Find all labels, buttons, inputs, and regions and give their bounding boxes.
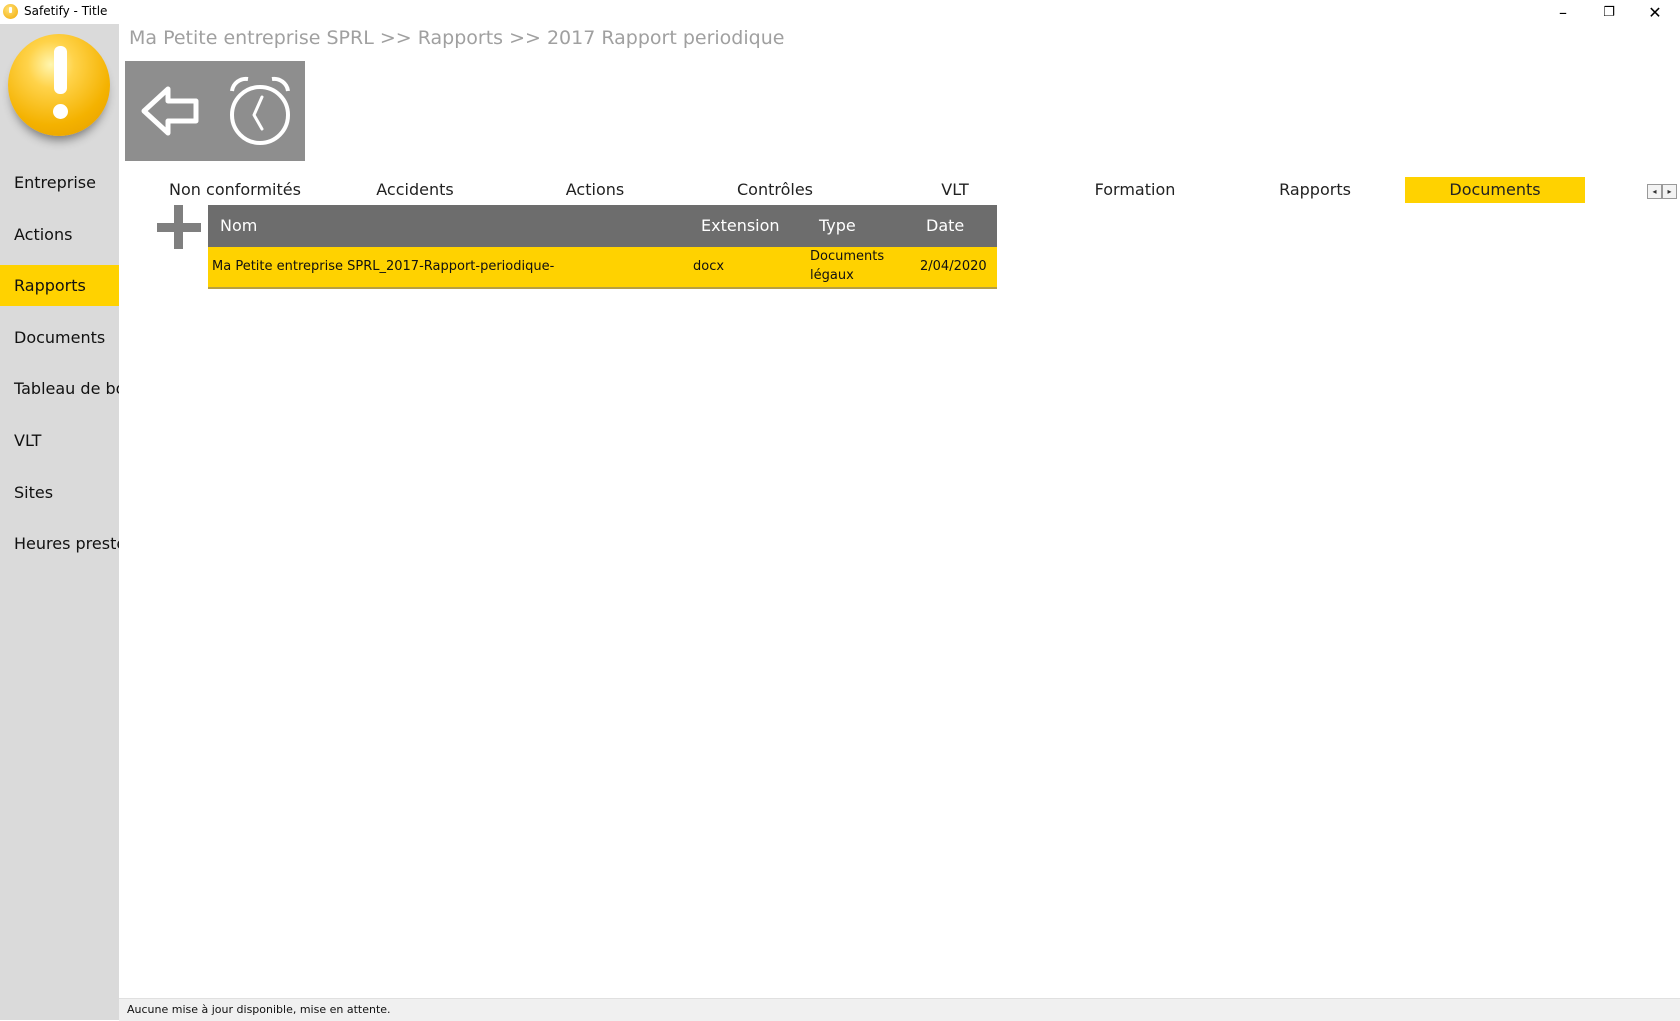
alarm-clock-icon bbox=[230, 76, 290, 145]
close-button[interactable]: ✕ bbox=[1632, 0, 1678, 24]
cell-nom: Ma Petite entreprise SPRL_2017-Rapport-p… bbox=[212, 259, 555, 274]
cell-date: 2/04/2020 bbox=[920, 259, 987, 274]
tab-vlt[interactable]: VLT bbox=[865, 177, 1045, 203]
exclamation-dot bbox=[53, 104, 68, 119]
sidebar-item-rapports[interactable]: Rapports bbox=[0, 265, 119, 306]
back-button[interactable] bbox=[125, 61, 215, 161]
arrow-left-icon bbox=[141, 86, 199, 136]
column-header-type[interactable]: Type bbox=[819, 205, 856, 247]
status-text: Aucune mise à jour disponible, mise en a… bbox=[127, 1003, 391, 1016]
scroll-left-icon[interactable]: ◂ bbox=[1647, 184, 1662, 199]
sidebar-item-sites[interactable]: Sites bbox=[0, 472, 119, 513]
tab-rapports[interactable]: Rapports bbox=[1225, 177, 1405, 203]
safetify-logo bbox=[8, 34, 110, 136]
minimize-button[interactable]: – bbox=[1540, 0, 1586, 24]
timer-button[interactable] bbox=[215, 61, 305, 161]
table-row[interactable]: Ma Petite entreprise SPRL_2017-Rapport-p… bbox=[208, 247, 997, 289]
sidebar-item-tableau-de-bord[interactable]: Tableau de bord bbox=[0, 368, 119, 409]
breadcrumb: Ma Petite entreprise SPRL >> Rapports >>… bbox=[129, 27, 785, 49]
sidebar-item-vlt[interactable]: VLT bbox=[0, 420, 119, 461]
column-header-date[interactable]: Date bbox=[926, 205, 964, 247]
tab-actions[interactable]: Actions bbox=[505, 177, 685, 203]
window-title: Safetify - Title bbox=[24, 4, 108, 18]
cell-type-line1: Documents bbox=[810, 249, 885, 264]
cell-type-line2: légaux bbox=[810, 268, 854, 283]
table-header: Nom Extension Type Date bbox=[208, 205, 997, 247]
documents-table: Nom Extension Type Date Ma Petite entrep… bbox=[208, 205, 997, 289]
exclamation-icon bbox=[54, 46, 67, 94]
sidebar-item-actions[interactable]: Actions bbox=[0, 214, 119, 255]
tab-formation[interactable]: Formation bbox=[1045, 177, 1225, 203]
tab-non-conformites[interactable]: Non conformités bbox=[145, 177, 325, 203]
tab-documents[interactable]: Documents bbox=[1405, 177, 1585, 203]
tab-bar: Non conformités Accidents Actions Contrô… bbox=[145, 177, 1585, 203]
sidebar-item-heures-prestees[interactable]: Heures prestées bbox=[0, 523, 119, 564]
status-bar: Aucune mise à jour disponible, mise en a… bbox=[119, 998, 1680, 1021]
sidebar: Entreprise Actions Rapports Documents Ta… bbox=[0, 24, 119, 1020]
toolbar bbox=[125, 61, 305, 161]
tab-controles[interactable]: Contrôles bbox=[685, 177, 865, 203]
plus-icon-vertical bbox=[174, 205, 183, 249]
scroll-right-icon[interactable]: ▸ bbox=[1662, 184, 1677, 199]
add-document-button[interactable] bbox=[155, 205, 203, 249]
restore-button[interactable]: ❐ bbox=[1586, 0, 1632, 24]
tab-accidents[interactable]: Accidents bbox=[325, 177, 505, 203]
tab-scroll-buttons: ◂ ▸ bbox=[1647, 184, 1677, 199]
title-bar: Safetify - Title – ❐ ✕ bbox=[0, 0, 1680, 24]
cell-extension: docx bbox=[693, 259, 725, 274]
column-header-extension[interactable]: Extension bbox=[701, 205, 780, 247]
sidebar-item-documents[interactable]: Documents bbox=[0, 317, 119, 358]
app-icon bbox=[3, 4, 18, 19]
column-header-nom[interactable]: Nom bbox=[220, 205, 257, 247]
sidebar-item-entreprise[interactable]: Entreprise bbox=[0, 162, 119, 203]
